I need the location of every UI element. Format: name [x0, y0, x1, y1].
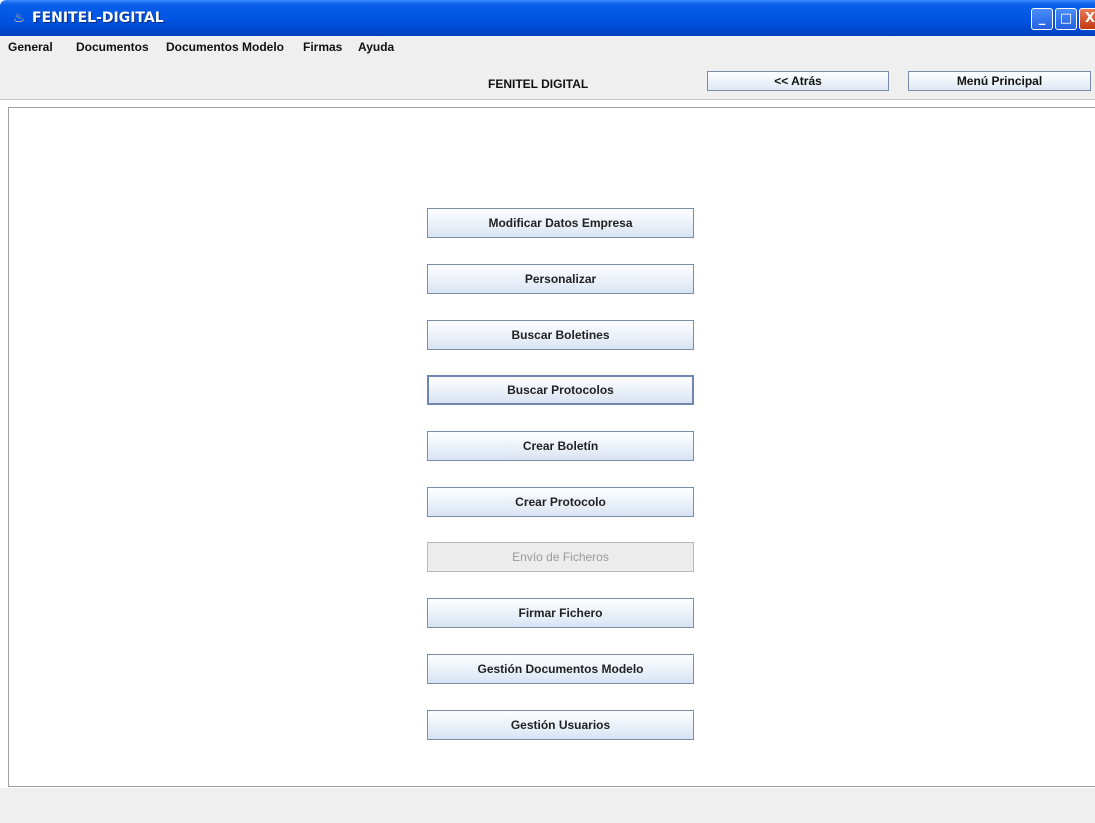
gestion-documentos-modelo-button[interactable]: Gestión Documentos Modelo: [427, 654, 694, 684]
minimize-button[interactable]: _: [1031, 8, 1053, 30]
main-menu-button[interactable]: Menú Principal: [908, 71, 1091, 91]
close-icon: X: [1084, 11, 1095, 26]
gestion-usuarios-button[interactable]: Gestión Usuarios: [427, 710, 694, 740]
menu-documentos-modelo[interactable]: Documentos Modelo: [166, 40, 284, 54]
toolbar-title: FENITEL DIGITAL: [488, 77, 589, 91]
maximize-button[interactable]: □: [1055, 8, 1077, 30]
crear-boletin-button[interactable]: Crear Boletín: [427, 431, 694, 461]
personalizar-button[interactable]: Personalizar: [427, 264, 694, 294]
minimize-icon: _: [1038, 11, 1046, 26]
menu-bar: General Documentos Documentos Modelo Fir…: [0, 36, 1095, 58]
window-title: FENITEL-DIGITAL: [32, 10, 164, 26]
java-cup-icon: ♨: [13, 11, 25, 26]
toolbar: FENITEL DIGITAL << Atrás Menú Principal: [0, 58, 1095, 100]
menu-general[interactable]: General: [8, 40, 53, 54]
buscar-boletines-button[interactable]: Buscar Boletines: [427, 320, 694, 350]
firmar-fichero-button[interactable]: Firmar Fichero: [427, 598, 694, 628]
maximize-icon: □: [1059, 11, 1073, 26]
status-bar: [0, 788, 1095, 823]
buscar-protocolos-button[interactable]: Buscar Protocolos: [427, 375, 694, 405]
back-button[interactable]: << Atrás: [707, 71, 889, 91]
crear-protocolo-button[interactable]: Crear Protocolo: [427, 487, 694, 517]
close-button[interactable]: X: [1079, 8, 1095, 30]
title-bar[interactable]: ♨ FENITEL-DIGITAL _ □ X: [0, 0, 1095, 36]
menu-ayuda[interactable]: Ayuda: [358, 40, 394, 54]
menu-documentos[interactable]: Documentos: [76, 40, 149, 54]
modificar-datos-empresa-button[interactable]: Modificar Datos Empresa: [427, 208, 694, 238]
menu-firmas[interactable]: Firmas: [303, 40, 342, 54]
envio-de-ficheros-button: Envío de Ficheros: [427, 542, 694, 572]
